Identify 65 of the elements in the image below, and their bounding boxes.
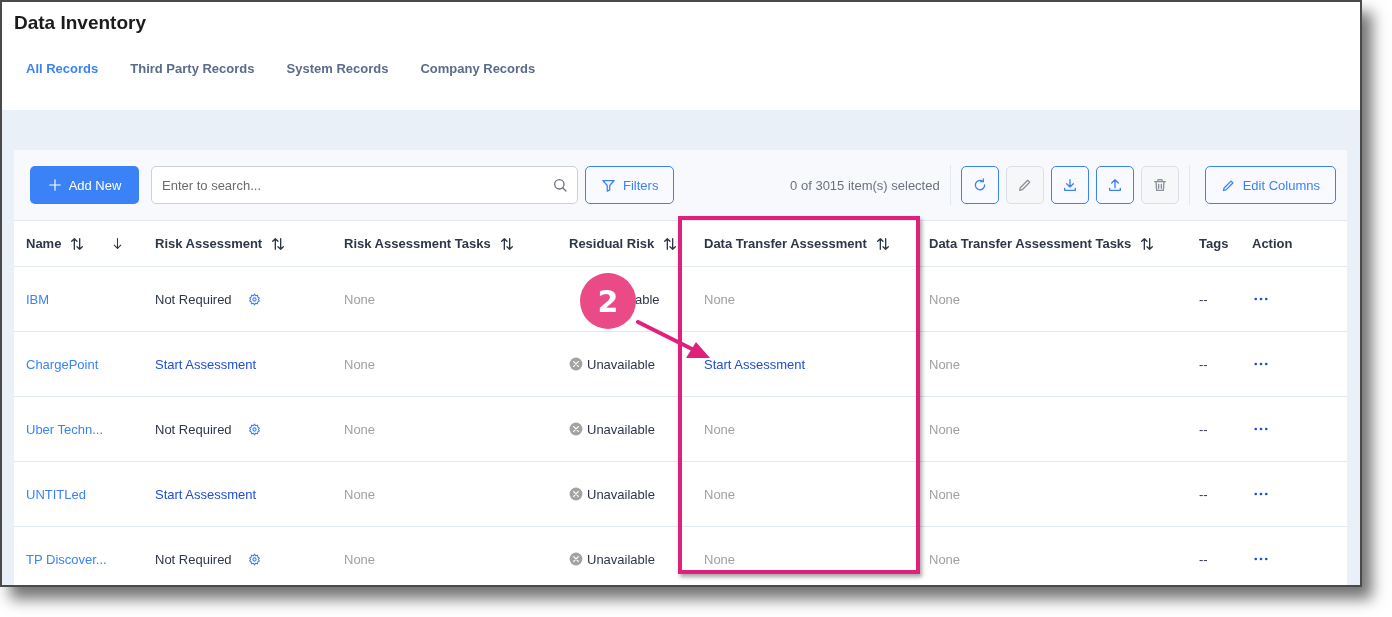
selection-count: 0 of 3015 item(s) selected (790, 177, 940, 193)
table-cell: None (344, 486, 376, 502)
status-text: Not Required (155, 421, 232, 437)
table-cell: Unavailable (587, 551, 655, 567)
record-name-link[interactable]: Uber Techn... (26, 421, 104, 437)
table-cell: None (344, 421, 376, 437)
trash-icon (1151, 177, 1168, 193)
record-name-link[interactable]: ChargePoint (26, 356, 99, 372)
column-header[interactable]: Tags (1199, 236, 1229, 251)
filters-button[interactable]: Filters (585, 166, 675, 204)
table-cell: None (704, 421, 736, 437)
column-header[interactable]: Risk Assessment Tasks (344, 236, 491, 251)
column-header[interactable]: Residual Risk (569, 236, 655, 251)
table-cell: None (929, 551, 961, 567)
gear-icon (247, 422, 261, 436)
record-name-link[interactable]: IBM (26, 291, 50, 307)
record-name-link[interactable]: TP Discover... (26, 551, 107, 567)
status-text: Not Required (155, 291, 232, 307)
table-cell: Unavailable (587, 356, 655, 372)
column-header[interactable]: Risk Assessment (155, 236, 263, 251)
funnel-icon (601, 177, 616, 193)
table-cell: Unavailable (587, 421, 655, 437)
column-header[interactable]: Name (26, 236, 62, 251)
table-cell: None (929, 291, 961, 307)
upload-button[interactable] (1095, 166, 1134, 204)
table-cell: None (929, 356, 961, 372)
column-header[interactable]: Action (1252, 236, 1293, 251)
table-cell: None (344, 551, 376, 567)
table-cell: -- (1199, 551, 1208, 567)
start-assessment-link[interactable]: Start Assessment (704, 356, 806, 372)
upload-icon (1106, 177, 1123, 193)
table-cell: None (929, 421, 961, 437)
table-cell: -- (1199, 486, 1208, 502)
tab[interactable]: Third Party Records (130, 61, 255, 76)
table-cell: None (704, 486, 736, 502)
start-assessment-link[interactable]: Start Assessment (155, 356, 257, 372)
edit-columns-button[interactable]: Edit Columns (1204, 166, 1336, 204)
gear-icon (247, 552, 261, 566)
table-cell: -- (1199, 421, 1208, 437)
start-assessment-link[interactable]: Start Assessment (155, 486, 257, 502)
tab[interactable]: Company Records (420, 61, 536, 76)
table-cell: -- (1199, 291, 1208, 307)
table-cell: Unavailable (587, 486, 655, 502)
table-cell: None (704, 551, 736, 567)
pencil-icon (1016, 177, 1033, 193)
table-cell: None (344, 291, 376, 307)
plus-icon (47, 178, 62, 192)
column-header[interactable]: Data Transfer Assessment (704, 236, 867, 251)
tab[interactable]: All Records (26, 61, 99, 76)
add-new-button[interactable]: Add New (30, 166, 139, 204)
status-text: Not Required (155, 551, 232, 567)
tab[interactable]: System Records (286, 61, 389, 76)
record-name-link[interactable]: UNTITLed (26, 486, 86, 502)
page-title: Data Inventory (14, 11, 147, 34)
gear-icon (247, 292, 261, 306)
search-field[interactable]: Enter to search... (151, 166, 578, 204)
refresh-button[interactable] (960, 166, 999, 204)
search-icon (552, 177, 568, 193)
table-cell: -- (1199, 356, 1208, 372)
download-icon (1061, 177, 1078, 193)
table-cell: None (344, 356, 376, 372)
table-cell: None (929, 486, 961, 502)
download-button[interactable] (1050, 166, 1089, 204)
table-cell: None (704, 291, 736, 307)
column-header[interactable]: Data Transfer Assessment Tasks (929, 236, 1132, 251)
